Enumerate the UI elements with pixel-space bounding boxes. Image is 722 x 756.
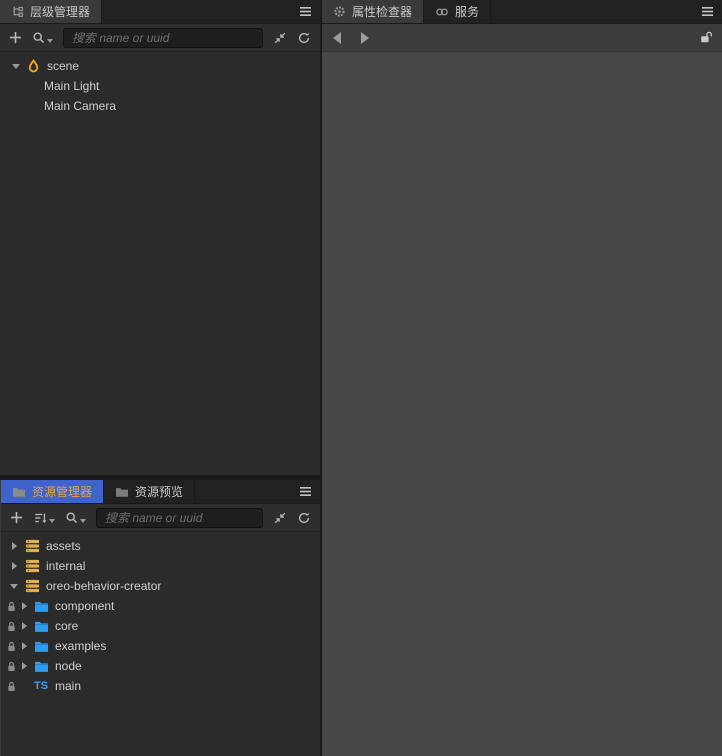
lock-icon xyxy=(6,641,16,652)
asset-node-core[interactable]: core xyxy=(1,616,320,636)
assets-collapse-all-button[interactable] xyxy=(273,508,287,528)
asset-node-label: assets xyxy=(46,539,81,553)
assets-sort-button[interactable] xyxy=(33,508,55,528)
lock-icon xyxy=(6,681,16,692)
asset-node-label: core xyxy=(55,619,79,633)
folder-icon xyxy=(12,486,26,498)
folder-icon xyxy=(33,660,49,673)
nav-back-button[interactable] xyxy=(333,28,341,48)
hierarchy-panel: 层级管理器 搜索 name or uuid scene Main Light M… xyxy=(0,0,320,475)
asset-node-label: examples xyxy=(55,639,107,653)
hierarchy-toolbar xyxy=(0,24,320,52)
scene-icon xyxy=(26,59,40,73)
assets-tabbar-spacer xyxy=(195,480,290,503)
hierarchy-tree: scene Main Light Main Camera xyxy=(0,52,320,116)
bundle-icon xyxy=(25,559,40,573)
tab-service[interactable]: 服务 xyxy=(424,0,492,23)
gear-icon xyxy=(333,5,346,18)
lock-icon xyxy=(6,661,16,672)
hierarchy-collapse-all-button[interactable] xyxy=(273,28,287,48)
hierarchy-add-button[interactable] xyxy=(9,28,22,48)
back-arrow-icon xyxy=(333,31,341,44)
inspector-tabbar-spacer xyxy=(491,0,692,23)
tab-inspector-label: 属性检查器 xyxy=(352,5,413,19)
asset-node-examples[interactable]: examples xyxy=(1,636,320,656)
editor-window: 层级管理器 搜索 name or uuid scene Main Light M… xyxy=(0,0,722,756)
assets-tree: assets internal oreo-behavior-creator co… xyxy=(1,532,320,696)
asset-node-assets[interactable]: assets xyxy=(1,536,320,556)
asset-node-label: internal xyxy=(46,559,86,573)
expand-arrow-icon[interactable] xyxy=(19,602,29,610)
inspector-panel: 属性检查器 服务 xyxy=(322,0,722,756)
tab-service-label: 服务 xyxy=(455,5,480,19)
folder-icon xyxy=(33,600,49,613)
typescript-icon: TS xyxy=(33,680,49,692)
lock-icon xyxy=(6,621,16,632)
hierarchy-refresh-button[interactable] xyxy=(297,28,311,48)
tree-node-label: Main Camera xyxy=(44,99,117,113)
tab-asset-manager[interactable]: 资源管理器 xyxy=(1,480,105,503)
tab-asset-preview-label: 资源预览 xyxy=(135,485,184,499)
inspector-toolbar xyxy=(322,24,722,52)
expand-arrow-icon[interactable] xyxy=(19,622,29,630)
hierarchy-panel-menu-icon[interactable] xyxy=(290,0,320,23)
assets-panel: 资源管理器 资源预览 搜索 name or uuid assets intern… xyxy=(0,480,320,756)
asset-node-component[interactable]: component xyxy=(1,596,320,616)
assets-refresh-button[interactable] xyxy=(297,508,311,528)
nav-forward-button[interactable] xyxy=(361,28,369,48)
asset-node-label: node xyxy=(55,659,82,673)
hierarchy-search-filter-button[interactable] xyxy=(32,28,53,48)
expand-arrow-icon[interactable] xyxy=(19,642,29,650)
bundle-icon xyxy=(25,539,40,553)
hierarchy-tabbar: 层级管理器 xyxy=(0,0,320,24)
sort-caret-icon xyxy=(49,518,55,523)
tree-node-label: scene xyxy=(47,59,80,73)
assets-search-filter-button[interactable] xyxy=(65,508,86,528)
tree-node-main-light[interactable]: Main Light xyxy=(0,76,320,96)
tree-node-label: Main Light xyxy=(44,79,100,93)
hierarchy-icon xyxy=(11,5,24,18)
lock-toggle-button[interactable] xyxy=(699,28,713,48)
tab-hierarchy-label: 层级管理器 xyxy=(30,5,91,19)
expand-arrow-icon[interactable] xyxy=(9,583,19,589)
asset-node-label: oreo-behavior-creator xyxy=(46,579,162,593)
asset-node-label: main xyxy=(55,679,82,693)
asset-node-oreo-behavior-creator[interactable]: oreo-behavior-creator xyxy=(1,576,320,596)
tab-asset-preview[interactable]: 资源预览 xyxy=(104,480,196,503)
tree-node-scene[interactable]: scene xyxy=(0,56,320,76)
unlock-icon xyxy=(699,31,713,44)
hierarchy-tabbar-spacer xyxy=(102,0,290,23)
tab-inspector[interactable]: 属性检查器 xyxy=(322,0,425,23)
tab-asset-manager-label: 资源管理器 xyxy=(32,485,93,499)
filter-caret-icon xyxy=(80,518,86,523)
assets-panel-menu-icon[interactable] xyxy=(290,480,320,503)
asset-node-internal[interactable]: internal xyxy=(1,556,320,576)
expand-arrow-icon[interactable] xyxy=(10,63,22,69)
tree-node-main-camera[interactable]: Main Camera xyxy=(0,96,320,116)
assets-search-input[interactable] xyxy=(96,507,263,528)
inspector-empty-content xyxy=(322,52,722,756)
expand-arrow-icon[interactable] xyxy=(9,562,19,570)
assets-add-button[interactable] xyxy=(10,508,23,528)
folder-icon xyxy=(33,640,49,653)
folder-icon xyxy=(115,486,129,498)
folder-icon xyxy=(33,620,49,633)
inspector-tabbar: 属性检查器 服务 xyxy=(322,0,722,24)
hierarchy-search-input[interactable] xyxy=(63,27,263,48)
asset-node-node[interactable]: node xyxy=(1,656,320,676)
assets-toolbar xyxy=(1,504,320,532)
bundle-icon xyxy=(25,579,40,593)
expand-arrow-icon[interactable] xyxy=(9,542,19,550)
filter-caret-icon xyxy=(47,38,53,43)
expand-arrow-icon[interactable] xyxy=(19,662,29,670)
assets-tabbar: 资源管理器 资源预览 xyxy=(1,480,320,504)
link-icon xyxy=(435,7,449,17)
asset-node-main[interactable]: TS main xyxy=(1,676,320,696)
lock-icon xyxy=(6,601,16,612)
inspector-panel-menu-icon[interactable] xyxy=(692,0,722,23)
forward-arrow-icon xyxy=(361,31,369,44)
tab-hierarchy[interactable]: 层级管理器 xyxy=(0,0,103,23)
asset-node-label: component xyxy=(55,599,115,613)
